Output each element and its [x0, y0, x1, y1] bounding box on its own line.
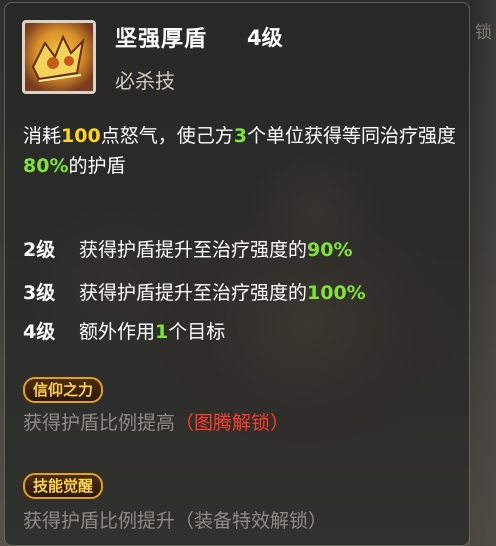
level-upgrade-row: 4级 额外作用 1 个目标: [23, 317, 225, 347]
upgrade-value: 100%: [307, 282, 366, 304]
upgrade-level: 4级: [23, 321, 56, 343]
skill-icon: [22, 20, 96, 94]
desc-text: 个单位获得等同治疗强度: [246, 125, 456, 147]
faith-description: 获得护盾比例提高（图腾解锁）: [23, 409, 289, 437]
skill-tooltip-screen: 锁 坚强厚盾 4级 必杀技 消耗100点怒气，使己方3个单位获得等同治疗强度 80…: [0, 0, 496, 546]
shield-percent: 80%: [23, 155, 69, 177]
faith-badge: 信仰之力: [23, 377, 104, 403]
skill-level: 4级: [247, 26, 283, 50]
upgrade-value: 1: [155, 321, 169, 343]
totem-unlock-text: （图腾解锁）: [175, 412, 290, 434]
upgrade-level: 2级: [23, 239, 56, 261]
awaken-badge: 技能觉醒: [23, 473, 104, 499]
upgrade-value: 90%: [307, 239, 353, 261]
desc-text: 的护盾: [68, 155, 126, 177]
rage-cost: 100: [61, 125, 101, 147]
shield-creature-icon: [31, 34, 85, 82]
upgrade-text: 获得护盾提升至治疗强度的: [79, 282, 308, 304]
upgrade-text: 个目标: [168, 321, 226, 343]
unit-count: 3: [233, 125, 247, 147]
skill-description: 消耗100点怒气，使己方3个单位获得等同治疗强度 80%的护盾: [23, 121, 463, 181]
skill-name: 坚强厚盾: [115, 27, 208, 52]
upgrade-level: 3级: [23, 282, 56, 304]
skill-tooltip-panel: 坚强厚盾 4级 必杀技 消耗100点怒气，使己方3个单位获得等同治疗强度 80%的…: [4, 2, 470, 546]
side-tab[interactable]: 锁: [470, 0, 496, 546]
awaken-description: 获得护盾比例提升（装备特效解锁）: [23, 510, 328, 532]
faith-text: 获得护盾比例提高: [23, 412, 176, 434]
skill-type: 必杀技: [115, 69, 175, 93]
desc-text: 消耗: [23, 125, 62, 147]
side-tab-label: 锁: [475, 23, 492, 43]
level-upgrade-row: 2级 获得护盾提升至治疗强度的 90%: [23, 235, 353, 265]
level-upgrade-row: 3级 获得护盾提升至治疗强度的 100%: [23, 278, 366, 308]
upgrade-text: 获得护盾提升至治疗强度的: [79, 239, 308, 261]
skill-header: 坚强厚盾 4级: [115, 21, 283, 53]
desc-text: 点怒气，使己方: [100, 125, 234, 147]
upgrade-text: 额外作用: [79, 321, 156, 343]
